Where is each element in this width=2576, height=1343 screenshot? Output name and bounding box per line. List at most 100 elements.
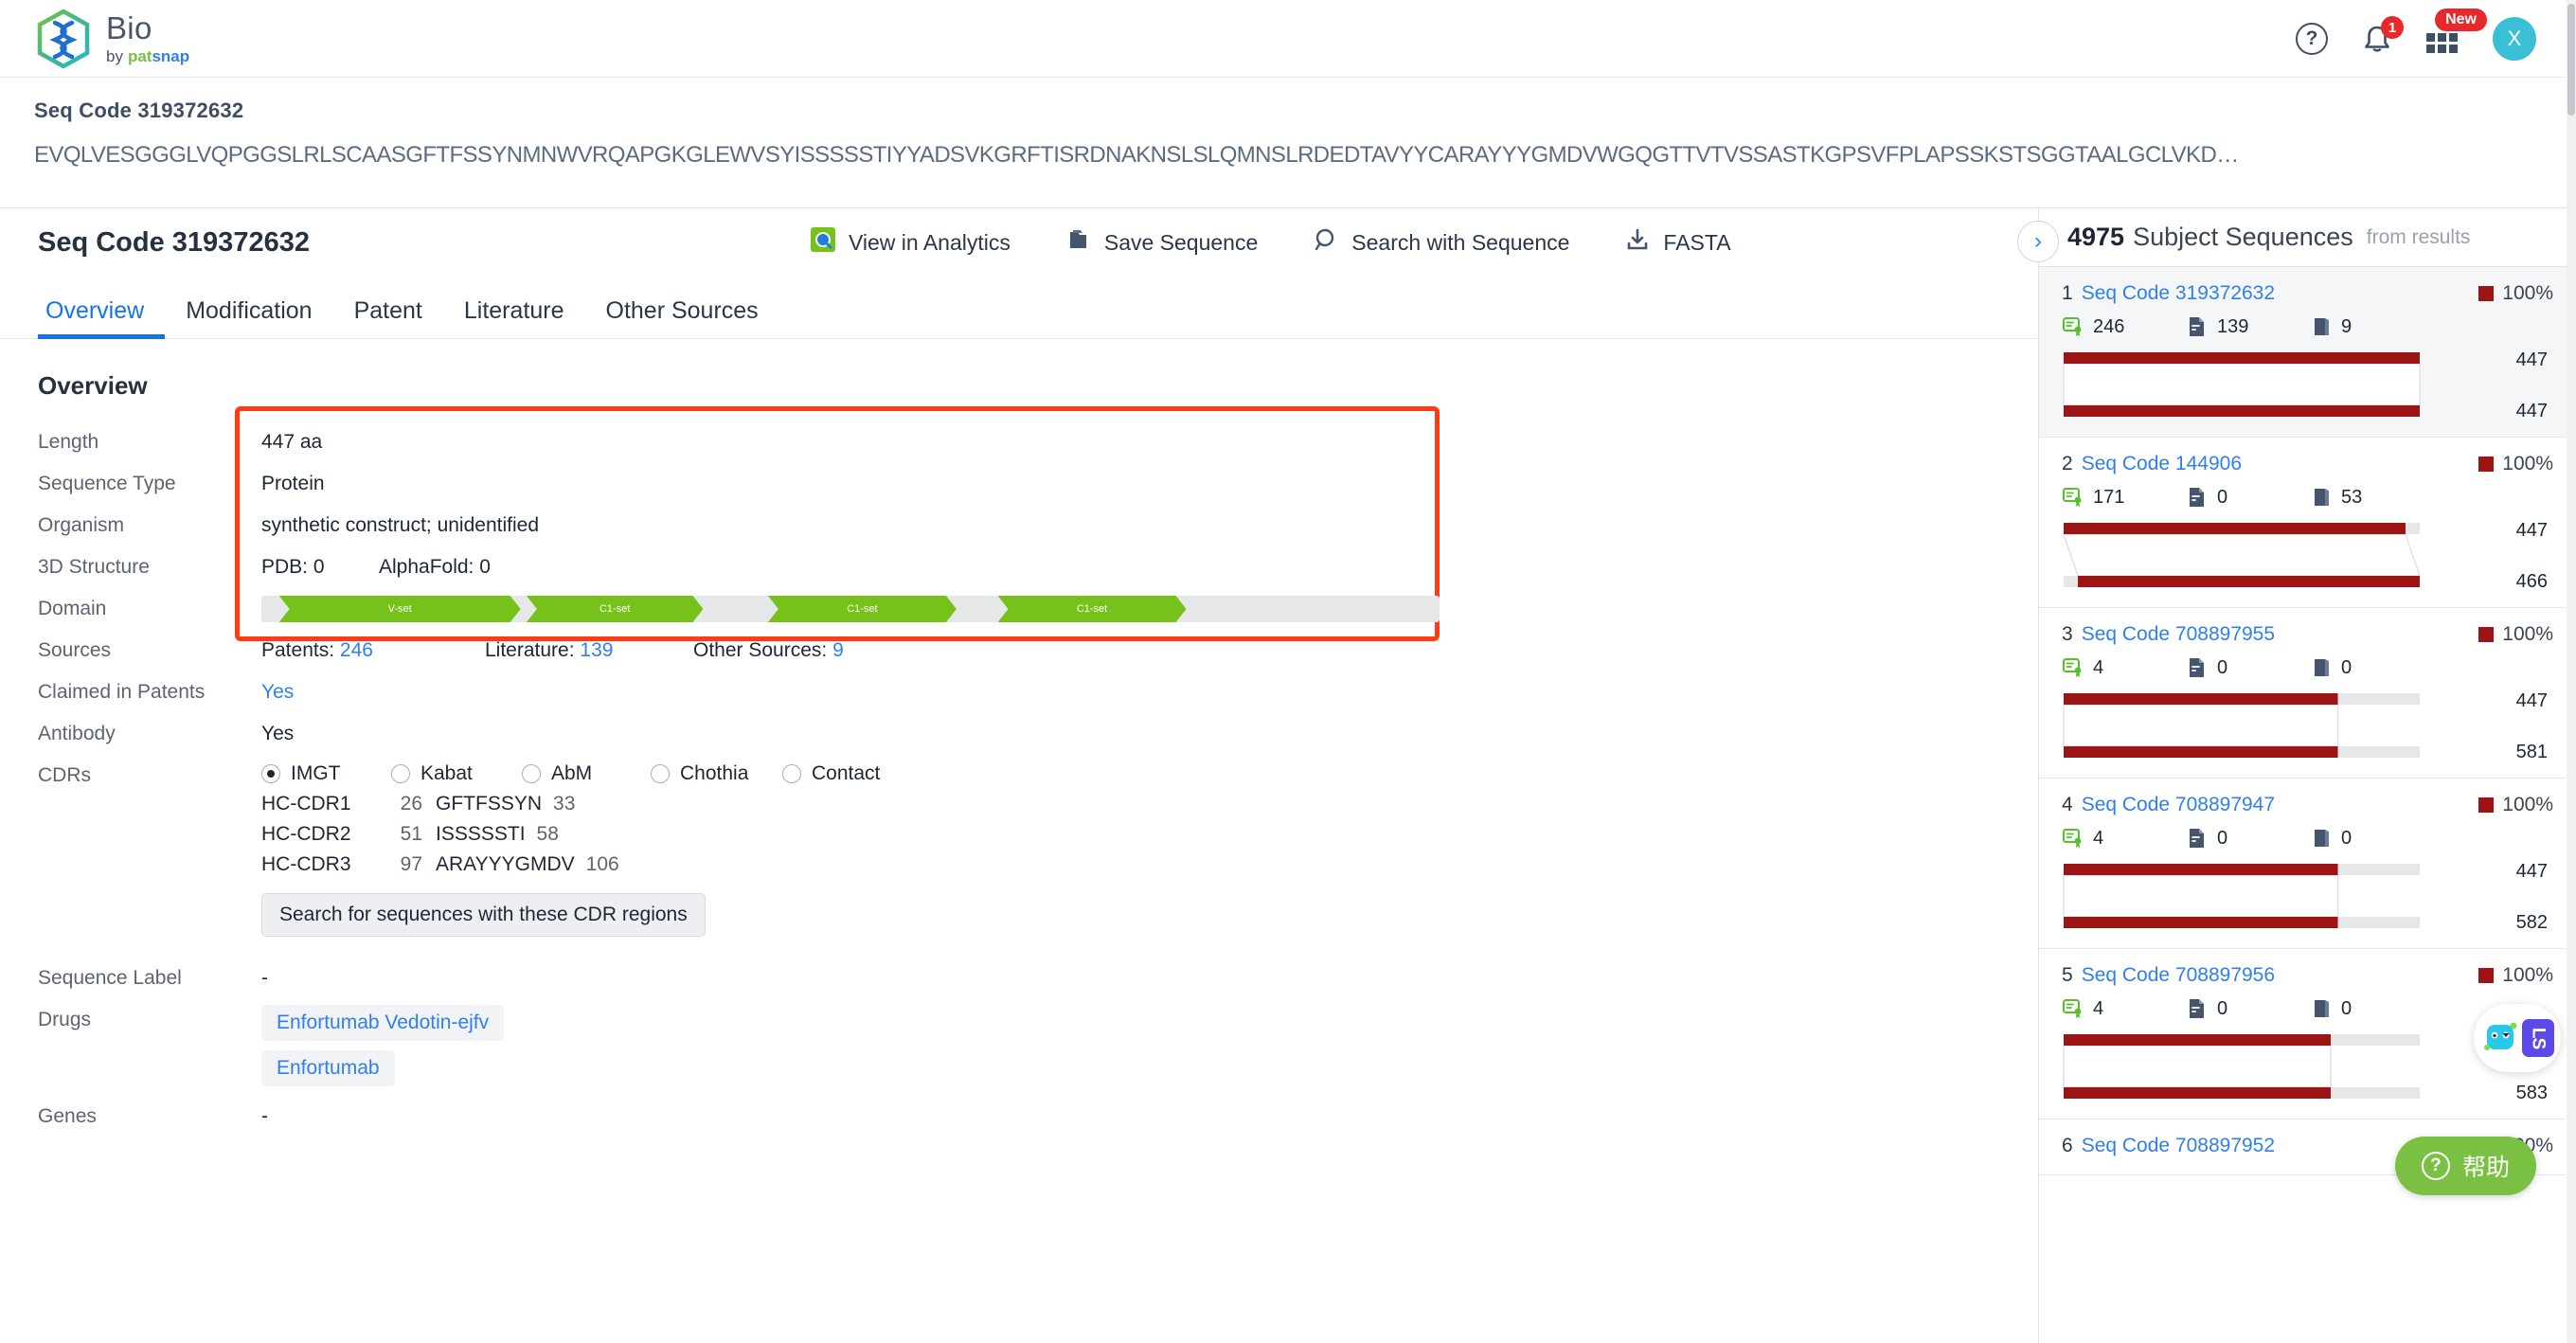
radio-dot[interactable]: [261, 764, 280, 783]
item-header: 3 Seq Code 708897955 100%: [2062, 623, 2553, 646]
patents-count[interactable]: 246: [340, 639, 373, 661]
domain-segment[interactable]: C1-set: [998, 596, 1187, 622]
domain-segment[interactable]: C1-set: [527, 596, 704, 622]
other-sources-count[interactable]: 9: [832, 639, 844, 661]
help-floating-button[interactable]: ? 帮助: [2394, 1137, 2536, 1195]
cdr-scheme-radio-group: IMGT Kabat AbM Chothia Contact: [261, 762, 880, 785]
bell-badge: 1: [2381, 16, 2404, 39]
query-length-label: 447: [2515, 349, 2548, 370]
radio-dot[interactable]: [782, 764, 801, 783]
item-literature-stat[interactable]: 0: [2186, 656, 2310, 679]
fasta-download-button[interactable]: FASTA: [1624, 226, 1731, 259]
other-count: 9: [2341, 315, 2352, 337]
item-seq-code-link[interactable]: Seq Code 708897952: [2082, 1135, 2275, 1157]
cdr-scheme-kabat[interactable]: Kabat: [391, 762, 522, 785]
item-patents-stat[interactable]: 4: [2062, 997, 2186, 1020]
item-seq-code-link[interactable]: Seq Code 708897947: [2082, 794, 2275, 816]
tab-other-sources[interactable]: Other Sources: [585, 297, 779, 338]
drug-chip[interactable]: Enfortumab: [261, 1050, 395, 1086]
tab-patent[interactable]: Patent: [333, 297, 443, 338]
domain-segment[interactable]: V-set: [279, 596, 521, 622]
apps-grid-icon[interactable]: New: [2426, 9, 2487, 56]
overview-fields: Length 447 aa Sequence Type Protein Orga…: [0, 406, 2038, 1137]
radio-dot[interactable]: [522, 764, 541, 783]
identity-color-swatch: [2478, 627, 2495, 642]
cdr-name: HC-CDR1: [261, 793, 351, 815]
literature-count: 0: [2217, 827, 2228, 849]
cdr-scheme-imgt[interactable]: IMGT: [261, 762, 391, 785]
cdr-sequence: GFTFSSYN: [436, 793, 543, 815]
item-seq-code-link[interactable]: Seq Code 708897955: [2082, 623, 2275, 646]
item-patents-stat[interactable]: 171: [2062, 486, 2186, 509]
patent-icon: [2063, 658, 2082, 677]
user-avatar[interactable]: X: [2493, 17, 2536, 61]
item-literature-stat[interactable]: 0: [2186, 827, 2310, 850]
literature-count[interactable]: 139: [580, 639, 613, 661]
subject-sequence-item[interactable]: 4 Seq Code 708897947 100% 4 0 0 447 582: [2039, 779, 2576, 949]
alignment-svg: [2063, 864, 2420, 928]
item-patents-stat[interactable]: 4: [2062, 656, 2186, 679]
radio-dot[interactable]: [391, 764, 410, 783]
folder-save-icon: [1065, 226, 1092, 259]
search-with-sequence-button[interactable]: Search with Sequence: [1313, 226, 1569, 259]
query-length-label: 447: [2515, 861, 2548, 882]
item-other-sources-stat[interactable]: 53: [2310, 486, 2362, 509]
view-in-analytics-button[interactable]: View in Analytics: [810, 226, 1011, 259]
app-logo[interactable]: Bio by patsnap: [36, 8, 189, 69]
item-patents-stat[interactable]: 246: [2062, 315, 2186, 338]
item-other-sources-stat[interactable]: 0: [2310, 827, 2352, 850]
cdr-scheme-abm[interactable]: AbM: [522, 762, 651, 785]
length-label: Length: [38, 431, 99, 453]
save-sequence-button[interactable]: Save Sequence: [1065, 226, 1258, 259]
scrollbar-thumb[interactable]: [2567, 4, 2575, 116]
item-stats: 4 0 0: [2062, 997, 2553, 1020]
domain-segment[interactable]: C1-set: [768, 596, 957, 622]
fasta-label: FASTA: [1663, 229, 1731, 255]
field-sources: Sources Patents: 246 Literature: 139 Oth…: [0, 630, 2038, 672]
notifications-bell-icon[interactable]: 1: [2360, 16, 2404, 56]
tab-modification[interactable]: Modification: [165, 297, 332, 338]
logo-title: Bio: [106, 10, 152, 45]
genes-value: -: [261, 1105, 268, 1127]
item-stats: 4 0 0: [2062, 656, 2553, 679]
tab-literature[interactable]: Literature: [443, 297, 585, 338]
item-literature-stat[interactable]: 139: [2186, 315, 2310, 338]
other-count: 0: [2341, 827, 2352, 849]
claimed-value[interactable]: Yes: [261, 672, 294, 713]
item-other-sources-stat[interactable]: 9: [2310, 315, 2352, 338]
drug-chip[interactable]: Enfortumab Vedotin-ejfv: [261, 1005, 505, 1041]
field-genes: Genes -: [0, 1096, 2038, 1137]
cdr-scheme-chothia[interactable]: Chothia: [651, 762, 782, 785]
field-organism: Organism synthetic construct; unidentifi…: [0, 505, 2038, 546]
item-other-sources-stat[interactable]: 0: [2310, 997, 2352, 1020]
subject-sequence-item[interactable]: 1 Seq Code 319372632 100% 246 139 9 447 447: [2039, 267, 2576, 438]
other-sources-icon: [2315, 489, 2329, 506]
field-sequence-type: Sequence Type Protein: [0, 463, 2038, 505]
subject-length-label: 583: [2515, 1083, 2548, 1103]
page-scrollbar[interactable]: [2567, 0, 2576, 1343]
item-seq-code-link[interactable]: Seq Code 708897956: [2082, 964, 2275, 987]
subject-sequence-item[interactable]: 2 Seq Code 144906 100% 171 0 53 447 466: [2039, 438, 2576, 608]
tab-overview[interactable]: Overview: [38, 297, 166, 339]
search-cdr-regions-button[interactable]: Search for sequences with these CDR regi…: [261, 893, 706, 937]
item-seq-code-link[interactable]: Seq Code 319372632: [2082, 282, 2275, 305]
literature-count: 0: [2217, 656, 2228, 678]
field-cdrs: CDRs IMGT Kabat AbM Chothia Contact HC-CDR1 2…: [0, 755, 2038, 937]
sequence-type-label: Sequence Type: [38, 473, 176, 494]
cdr-scheme-contact[interactable]: Contact: [782, 762, 880, 785]
assistant-widget[interactable]: LS: [2474, 1004, 2561, 1072]
item-literature-stat[interactable]: 0: [2186, 997, 2310, 1020]
radio-dot[interactable]: [651, 764, 670, 783]
assistant-robot-icon: [2481, 1015, 2519, 1062]
other-count: 53: [2341, 486, 2363, 508]
cdr-scheme-label: Chothia: [680, 762, 749, 784]
analytics-icon: [810, 226, 836, 259]
item-other-sources-stat[interactable]: 0: [2310, 656, 2352, 679]
item-literature-stat[interactable]: 0: [2186, 486, 2310, 509]
subject-sequence-item[interactable]: 3 Seq Code 708897955 100% 4 0 0 447 581: [2039, 608, 2576, 779]
help-icon[interactable]: ?: [2296, 23, 2328, 55]
item-patents-stat[interactable]: 4: [2062, 827, 2186, 850]
chevron-right-icon[interactable]: ›: [2017, 221, 2059, 262]
item-seq-code-link[interactable]: Seq Code 144906: [2082, 453, 2242, 475]
alignment-diagram: 447 447: [2062, 349, 2553, 421]
